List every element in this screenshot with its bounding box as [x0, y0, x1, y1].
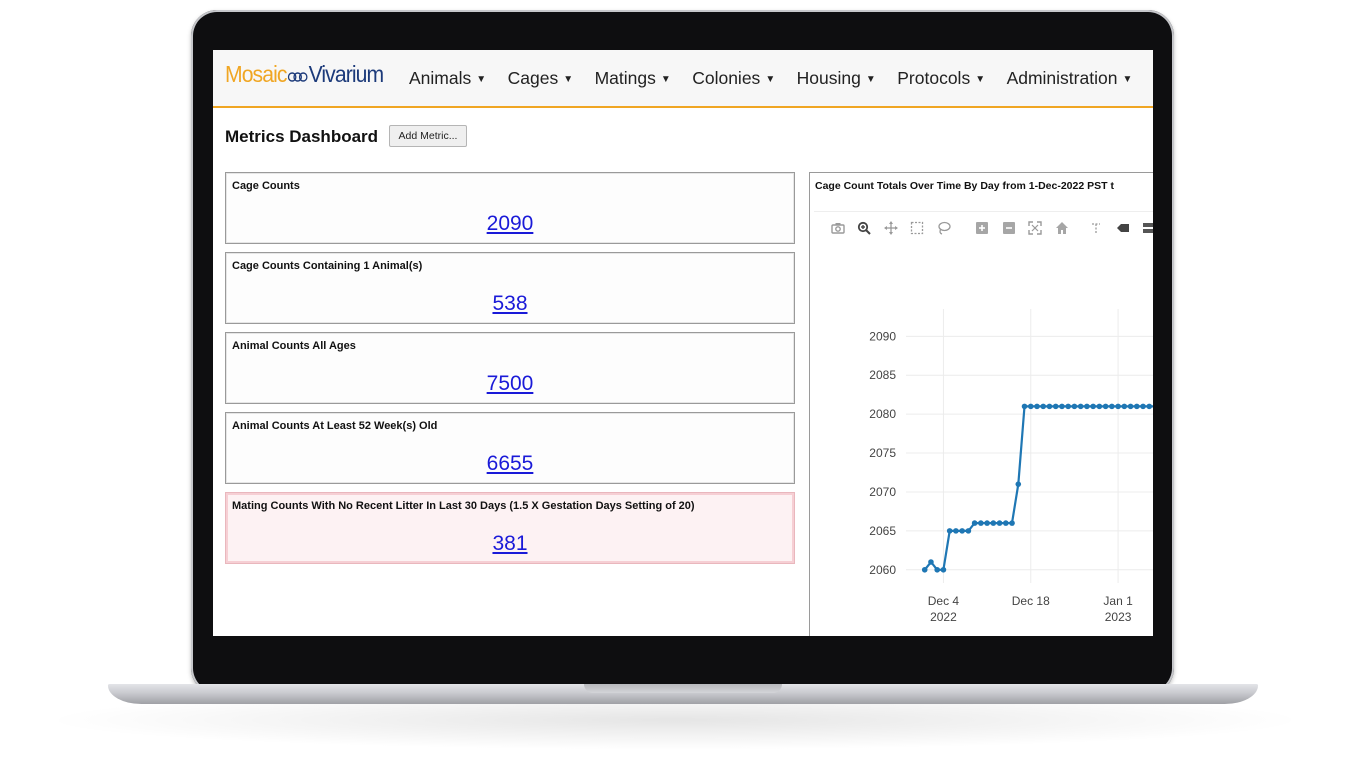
- data-point: [921, 566, 928, 573]
- x-tick-year-label: 2022: [930, 610, 957, 624]
- data-point: [940, 566, 947, 573]
- rings-icon: [287, 62, 308, 89]
- data-point: [1021, 403, 1028, 410]
- y-tick-label: 2085: [869, 368, 896, 382]
- nav-item-housing[interactable]: Housing ▼: [797, 68, 876, 89]
- caret-down-icon: ▼: [1122, 74, 1133, 85]
- metric-title: Cage Counts Containing 1 Animal(s): [232, 260, 423, 272]
- data-point: [1077, 403, 1084, 410]
- metric-value-link[interactable]: 6655: [226, 452, 794, 476]
- caret-down-icon: ▼: [765, 74, 776, 85]
- nav-label: Colonies: [692, 68, 761, 88]
- metric-value-link[interactable]: 381: [226, 532, 794, 556]
- data-point: [1146, 403, 1153, 410]
- x-tick-label: Dec 18: [1012, 594, 1050, 608]
- metric-value-link[interactable]: 7500: [226, 372, 794, 396]
- nav-item-colonies[interactable]: Colonies ▼: [692, 68, 775, 89]
- data-point: [1096, 403, 1103, 410]
- metric-card-cage-counts-1-animal: Cage Counts Containing 1 Animal(s) 538: [225, 252, 795, 324]
- metric-title: Animal Counts All Ages: [232, 340, 356, 352]
- top-navbar: Mosaic Vivarium Animals ▼ Cages ▼ Matings ▼ …: [213, 50, 1153, 108]
- caret-down-icon: ▼: [563, 74, 574, 85]
- data-point: [1084, 403, 1090, 410]
- data-point: [1052, 403, 1059, 410]
- chart-panel: Cage Count Totals Over Time By Day from …: [809, 172, 1153, 636]
- nav-label: Housing: [796, 68, 861, 88]
- y-tick-label: 2090: [869, 329, 896, 343]
- cage-count-line-chart[interactable]: 2060 2065 2070 2075 2080 2085 2090 Dec 4 2022 Dec…: [810, 173, 1153, 636]
- data-point: [1121, 403, 1128, 410]
- data-point: [1127, 403, 1134, 410]
- metric-value-link[interactable]: 2090: [226, 212, 794, 236]
- data-point: [1065, 403, 1071, 410]
- x-tick-year-label: 2023: [1105, 610, 1132, 624]
- data-point: [978, 520, 984, 526]
- y-tick-label: 2080: [869, 407, 896, 421]
- caret-down-icon: ▼: [865, 74, 876, 85]
- data-point: [984, 520, 990, 526]
- metric-title: Animal Counts At Least 52 Week(s) Old: [232, 420, 438, 432]
- data-point: [1046, 403, 1053, 410]
- data-point: [1090, 403, 1096, 410]
- data-point: [996, 520, 1003, 526]
- series-line: [923, 405, 1153, 571]
- data-point: [1109, 403, 1115, 410]
- caret-down-icon: ▼: [476, 74, 487, 85]
- metric-card-animal-counts-all-ages: Animal Counts All Ages 7500: [225, 332, 795, 404]
- y-tick-label: 2075: [869, 446, 896, 460]
- metric-card-animal-counts-52-weeks: Animal Counts At Least 52 Week(s) Old 66…: [225, 412, 795, 484]
- metric-card-mating-no-recent-litter: Mating Counts With No Recent Litter In L…: [225, 492, 795, 564]
- data-point: [1034, 403, 1040, 410]
- data-point: [928, 559, 934, 565]
- y-tick-label: 2065: [869, 524, 896, 538]
- data-point: [1102, 403, 1109, 410]
- data-point: [1009, 520, 1015, 526]
- nav-label: Matings: [594, 68, 656, 88]
- nav-item-administration[interactable]: Administration ▼: [1007, 68, 1133, 89]
- data-point: [971, 520, 978, 526]
- y-tick-label: 2070: [869, 485, 896, 499]
- app-screen: Mosaic Vivarium Animals ▼ Cages ▼ Matings ▼ …: [213, 50, 1153, 636]
- brand-logo[interactable]: Mosaic Vivarium: [225, 61, 384, 89]
- data-point: [1015, 481, 1022, 487]
- data-point: [965, 528, 972, 534]
- x-tick-label: Dec 4: [928, 594, 960, 608]
- logo-text-part1: Mosaic: [225, 61, 287, 87]
- data-point: [1003, 520, 1009, 526]
- laptop-base-notch: [584, 684, 782, 693]
- metric-title: Mating Counts With No Recent Litter In L…: [232, 500, 695, 512]
- data-point: [953, 528, 959, 534]
- nav-label: Cages: [507, 68, 559, 88]
- data-point: [1071, 403, 1078, 410]
- data-point: [1027, 403, 1034, 410]
- nav-label: Protocols: [897, 68, 971, 88]
- nav-item-cages[interactable]: Cages ▼: [508, 68, 574, 89]
- nav-label: Animals: [409, 68, 472, 88]
- nav-item-protocols[interactable]: Protocols ▼: [897, 68, 985, 89]
- y-tick-label: 2060: [869, 563, 896, 577]
- caret-down-icon: ▼: [975, 74, 986, 85]
- nav-label: Administration: [1006, 68, 1118, 88]
- data-point: [1040, 403, 1047, 410]
- add-metric-button[interactable]: Add Metric...: [389, 125, 467, 147]
- page-title: Metrics Dashboard: [225, 127, 379, 146]
- logo-text-part2: Vivarium: [308, 61, 384, 87]
- data-point: [1059, 403, 1065, 410]
- metric-value-link[interactable]: 538: [226, 292, 794, 316]
- data-point: [1140, 403, 1146, 410]
- data-point: [1134, 403, 1140, 410]
- metric-card-cage-counts: Cage Counts 2090: [225, 172, 795, 244]
- caret-down-icon: ▼: [660, 74, 671, 85]
- metric-title: Cage Counts: [232, 180, 300, 192]
- data-point: [990, 520, 997, 526]
- nav-menu: Animals ▼ Cages ▼ Matings ▼ Colonies ▼ Housi…: [409, 68, 1149, 89]
- x-tick-label: Jan 1: [1103, 594, 1133, 608]
- nav-item-matings[interactable]: Matings ▼: [595, 68, 671, 89]
- data-point: [946, 528, 953, 534]
- data-point: [959, 528, 965, 534]
- nav-item-animals[interactable]: Animals ▼: [409, 68, 486, 89]
- data-point: [1115, 403, 1121, 410]
- data-point: [934, 566, 940, 573]
